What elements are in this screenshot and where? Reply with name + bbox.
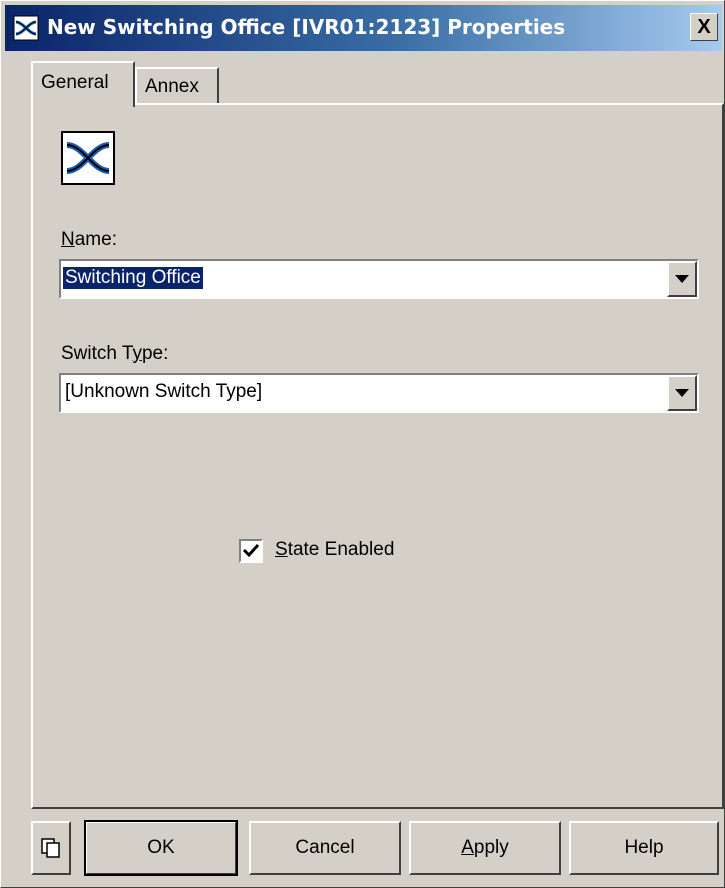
ok-button[interactable]: OK — [84, 820, 238, 876]
copy-icon — [41, 838, 60, 858]
close-icon: X — [697, 15, 711, 38]
chevron-down-icon — [675, 275, 689, 283]
help-label: Help — [624, 837, 664, 858]
ok-label: OK — [147, 837, 175, 858]
tab-general-label: General — [41, 72, 109, 93]
state-enabled-label[interactable]: State Enabled — [275, 539, 394, 561]
switch-type-combobox[interactable]: [Unknown Switch Type] — [59, 373, 699, 413]
general-panel — [31, 103, 724, 809]
apply-button[interactable]: Apply — [409, 821, 561, 875]
switch-type-value[interactable]: [Unknown Switch Type] — [65, 381, 262, 403]
title-bar[interactable]: New Switching Office [IVR01:2123] Proper… — [5, 5, 722, 51]
tab-annex[interactable]: Annex — [135, 67, 219, 105]
window-title: New Switching Office [IVR01:2123] Proper… — [47, 15, 566, 39]
name-dropdown-button[interactable] — [667, 261, 697, 297]
name-label: Name: — [61, 229, 117, 250]
cancel-label: Cancel — [295, 837, 355, 858]
name-combobox[interactable]: Switching Office — [59, 259, 699, 299]
checkmark-icon — [242, 543, 260, 558]
help-button[interactable]: Help — [569, 821, 719, 875]
name-value[interactable]: Switching Office — [63, 267, 203, 289]
apply-label: Apply — [461, 837, 509, 858]
cancel-button[interactable]: Cancel — [249, 821, 401, 875]
copy-button[interactable] — [31, 821, 71, 875]
switching-office-icon — [13, 15, 39, 41]
tab-annex-label: Annex — [145, 76, 199, 97]
properties-dialog: New Switching Office [IVR01:2123] Proper… — [0, 0, 725, 888]
switching-office-icon — [61, 131, 115, 185]
switch-type-dropdown-button[interactable] — [667, 375, 697, 411]
close-button[interactable]: X — [690, 13, 718, 41]
switch-type-label: Switch Type: — [61, 343, 169, 364]
state-enabled-checkbox[interactable] — [239, 539, 263, 563]
tab-general[interactable]: General — [31, 61, 135, 107]
chevron-down-icon — [675, 389, 689, 397]
